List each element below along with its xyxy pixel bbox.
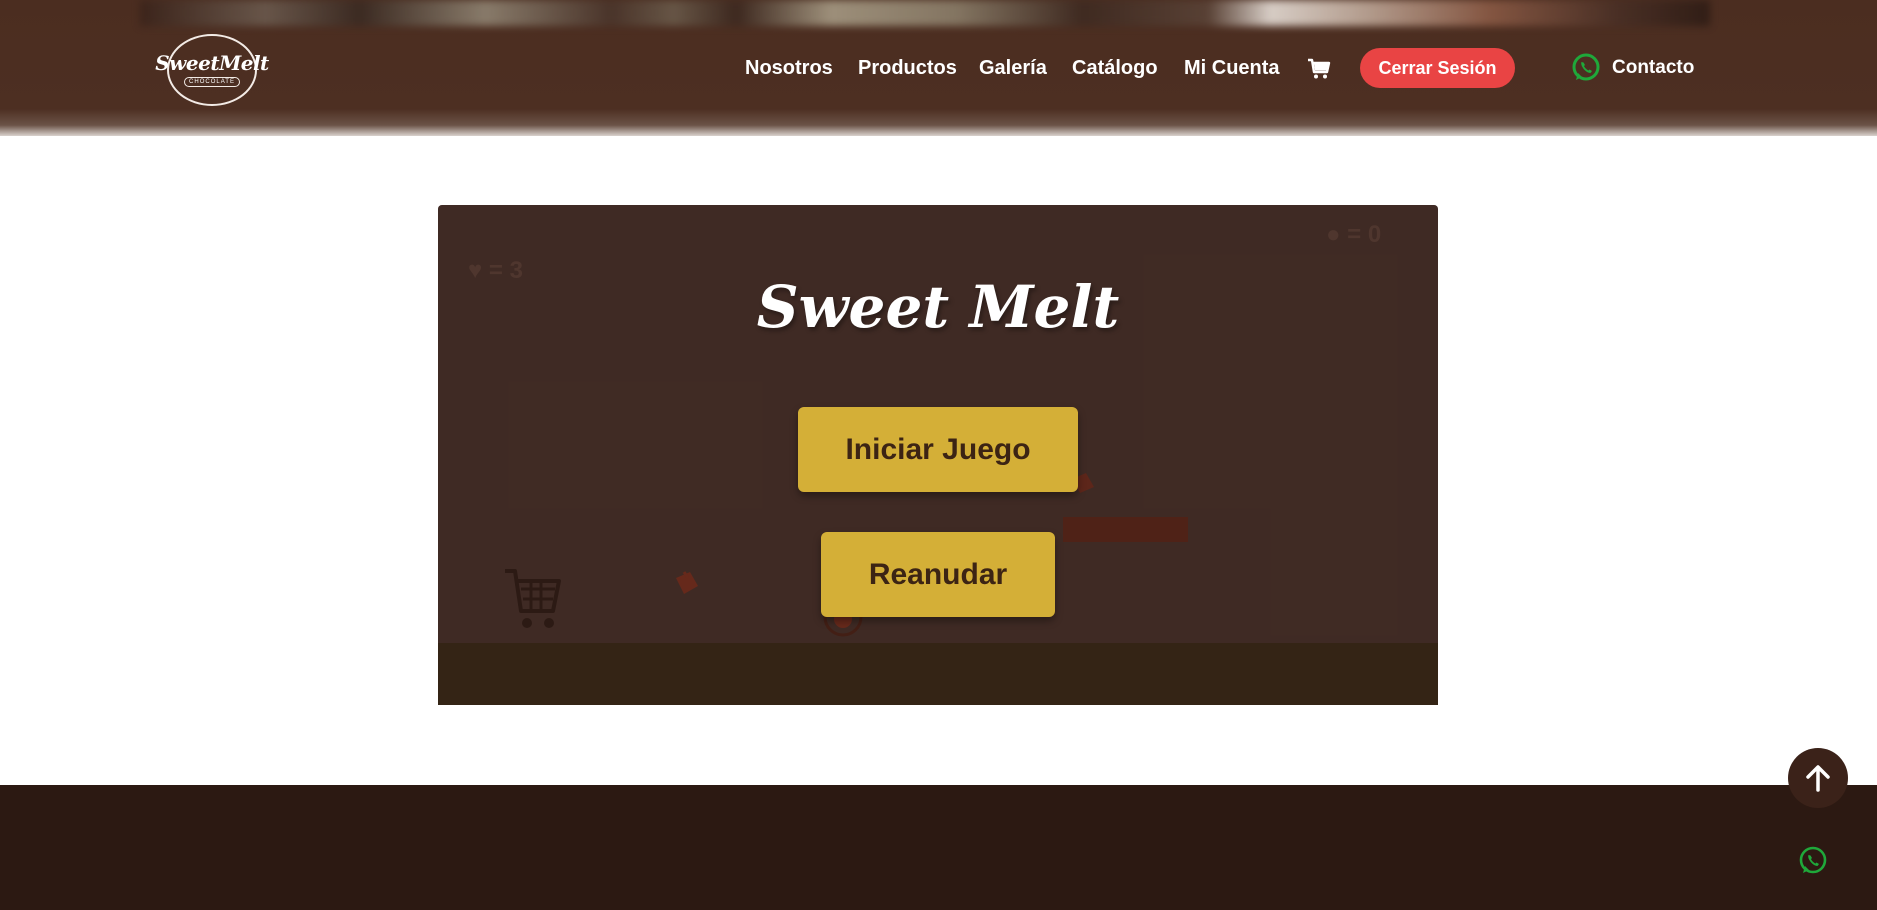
- shopping-cart-icon[interactable]: [1307, 58, 1331, 80]
- game-canvas[interactable]: ♥ = 3 ● = 0 Sweet Melt Iniciar Juego Rea…: [438, 205, 1438, 705]
- arrow-up-icon: [1806, 765, 1830, 792]
- site-footer: [0, 785, 1877, 910]
- nav-link-productos[interactable]: Productos: [858, 51, 957, 85]
- whatsapp-float-icon[interactable]: [1797, 845, 1829, 877]
- nav-link-mi-cuenta[interactable]: Mi Cuenta: [1184, 51, 1280, 85]
- nav-link-catalogo[interactable]: Catálogo: [1072, 51, 1158, 85]
- logo-tagline: CHOCOLATE: [184, 77, 240, 87]
- scroll-to-top-button[interactable]: [1788, 748, 1848, 808]
- brand-logo[interactable]: SweetMelt CHOCOLATE: [155, 34, 269, 106]
- whatsapp-icon: [1572, 53, 1600, 81]
- start-game-button[interactable]: Iniciar Juego: [798, 407, 1078, 492]
- nav-link-galeria[interactable]: Galería: [979, 51, 1047, 85]
- nav-link-nosotros[interactable]: Nosotros: [745, 51, 833, 85]
- header-background-image: [140, 0, 1710, 26]
- logo-brand-text: SweetMelt: [155, 51, 269, 75]
- game-title: Sweet Melt: [756, 273, 1120, 341]
- logout-button[interactable]: Cerrar Sesión: [1360, 48, 1515, 88]
- site-header: SweetMelt CHOCOLATE Nosotros Productos G…: [0, 0, 1877, 136]
- resume-game-button[interactable]: Reanudar: [821, 532, 1055, 617]
- contact-link[interactable]: Contacto: [1570, 52, 1694, 84]
- contact-label: Contacto: [1612, 57, 1695, 78]
